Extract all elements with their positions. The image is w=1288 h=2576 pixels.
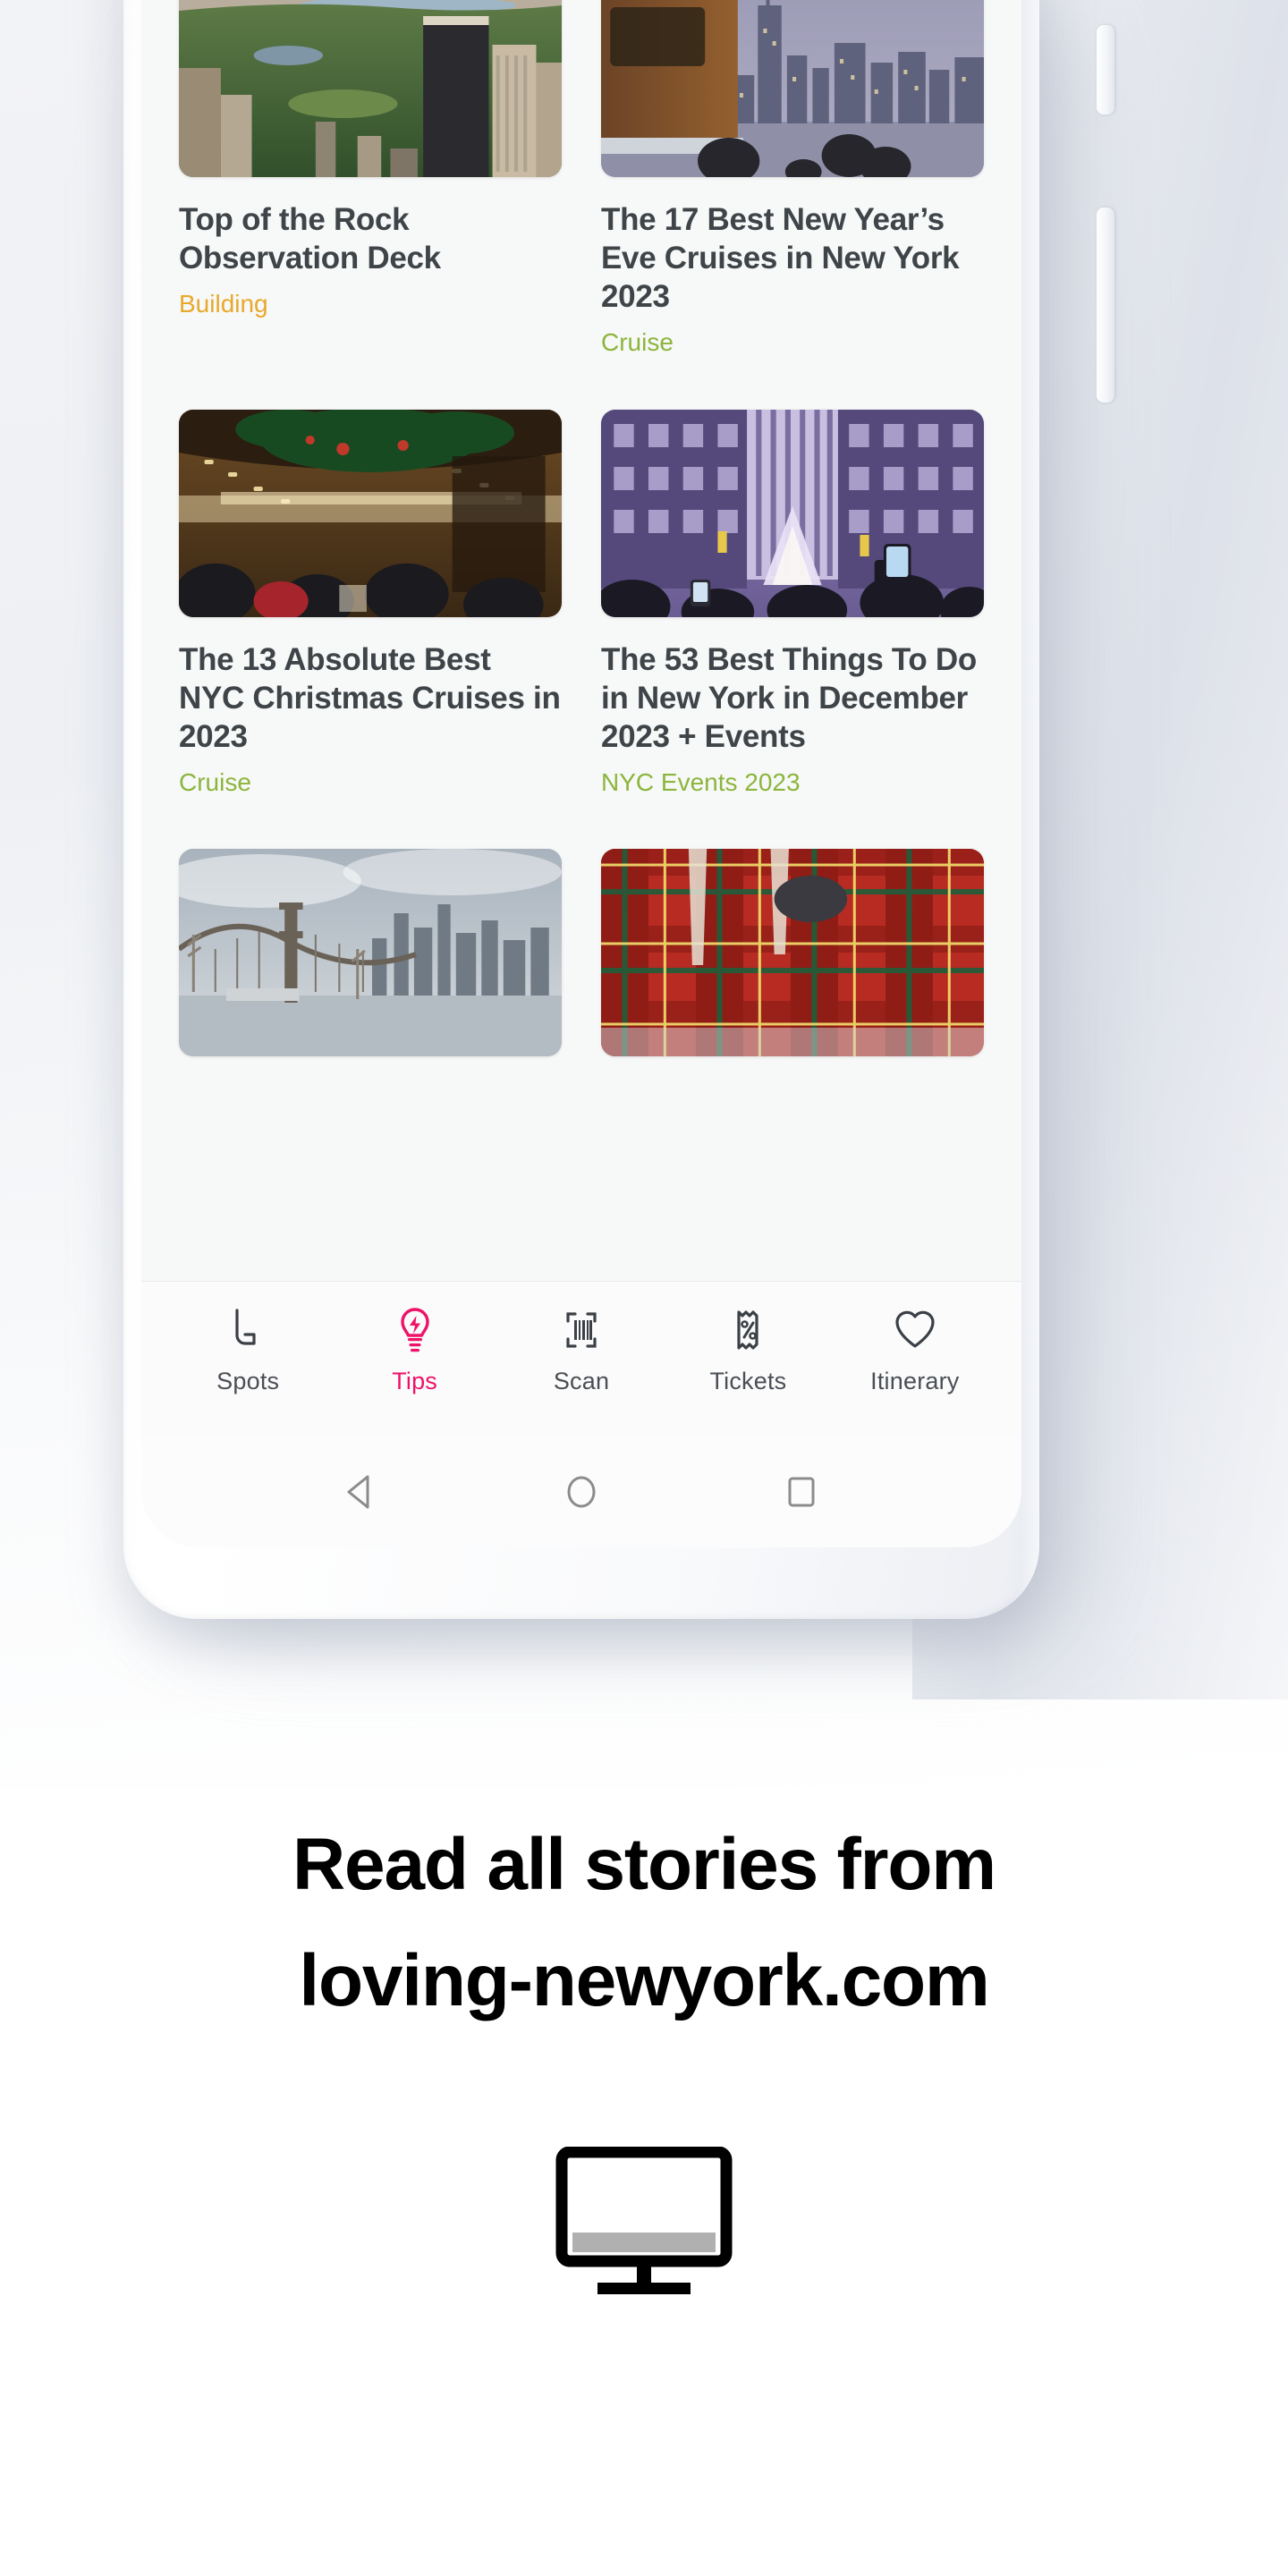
recents-key[interactable] [781, 1471, 822, 1513]
story-category[interactable]: Cruise [179, 767, 562, 798]
story-category[interactable]: NYC Events 2023 [601, 767, 984, 798]
heart-icon [895, 1310, 935, 1348]
bottom-tab-bar[interactable]: Spots Tips Scan Tickets Itinerary [141, 1281, 1021, 1436]
story-category[interactable]: Building [179, 289, 562, 319]
story-thumbnail[interactable] [179, 409, 562, 617]
story-card[interactable]: The 17 Best New Year’s Eve Cruises in Ne… [601, 0, 984, 358]
phone-screen: Top of the Rock Observation Deck Buildin… [141, 0, 1021, 1547]
tab-label: Tickets [709, 1368, 787, 1394]
tab-label: Tips [392, 1368, 438, 1394]
ticket-percent-icon [737, 1310, 759, 1350]
story-card[interactable] [179, 849, 562, 1057]
device-body: Top of the Rock Observation Deck Buildin… [123, 0, 1039, 1619]
story-card[interactable]: The 53 Best Things To Do in New York in … [601, 409, 984, 798]
desktop-monitor-icon [555, 2147, 733, 2294]
story-card[interactable]: Top of the Rock Observation Deck Buildin… [179, 0, 562, 358]
tab-itinerary[interactable]: Itinerary [832, 1305, 998, 1395]
barcode-scan-icon [566, 1312, 597, 1348]
story-feed[interactable]: Top of the Rock Observation Deck Buildin… [141, 0, 1021, 1281]
story-grid: Top of the Rock Observation Deck Buildin… [179, 0, 984, 358]
tab-tickets[interactable]: Tickets [665, 1305, 831, 1395]
caption-line-1: Read all stories from [292, 1824, 996, 1905]
caption-line-2: loving-newyork.com [299, 1939, 989, 2021]
power-button[interactable] [1097, 25, 1114, 114]
tab-tips[interactable]: Tips [331, 1305, 497, 1395]
story-thumbnail[interactable] [601, 0, 984, 177]
tab-scan[interactable]: Scan [498, 1305, 665, 1395]
grid-row-gap [179, 797, 984, 849]
promo-screenshot: Top of the Rock Observation Deck Buildin… [0, 0, 1288, 2576]
story-grid [179, 849, 984, 1057]
story-title[interactable]: Top of the Rock Observation Deck [179, 200, 562, 277]
story-thumbnail[interactable] [601, 409, 984, 617]
story-card[interactable] [601, 849, 984, 1057]
story-card[interactable]: The 13 Absolute Best NYC Christmas Cruis… [179, 409, 562, 798]
tab-label: Spots [216, 1368, 280, 1394]
tab-spots[interactable]: Spots [165, 1305, 331, 1395]
location-pin-icon [235, 1309, 256, 1345]
back-key[interactable] [341, 1471, 382, 1513]
lightbulb-bolt-icon [400, 1308, 429, 1352]
story-title[interactable]: The 13 Absolute Best NYC Christmas Cruis… [179, 640, 562, 756]
desktop-monitor-illustration [0, 2147, 1288, 2299]
android-nav-bar[interactable] [141, 1436, 1021, 1547]
phone-device-mockup: Top of the Rock Observation Deck Buildin… [123, 0, 1114, 1690]
home-key[interactable] [561, 1471, 602, 1513]
story-thumbnail[interactable] [179, 849, 562, 1057]
promo-caption: Read all stories from loving-newyork.com [0, 1807, 1288, 2038]
story-title[interactable]: The 17 Best New Year’s Eve Cruises in Ne… [601, 200, 984, 316]
story-title[interactable]: The 53 Best Things To Do in New York in … [601, 640, 984, 756]
story-thumbnail[interactable] [601, 849, 984, 1057]
grid-row-gap [179, 358, 984, 410]
tab-label: Scan [553, 1368, 610, 1394]
tab-label: Itinerary [870, 1368, 960, 1394]
volume-button[interactable] [1097, 208, 1114, 402]
story-category[interactable]: Cruise [601, 327, 984, 358]
story-thumbnail[interactable] [179, 0, 562, 177]
story-grid: The 13 Absolute Best NYC Christmas Cruis… [179, 409, 984, 798]
